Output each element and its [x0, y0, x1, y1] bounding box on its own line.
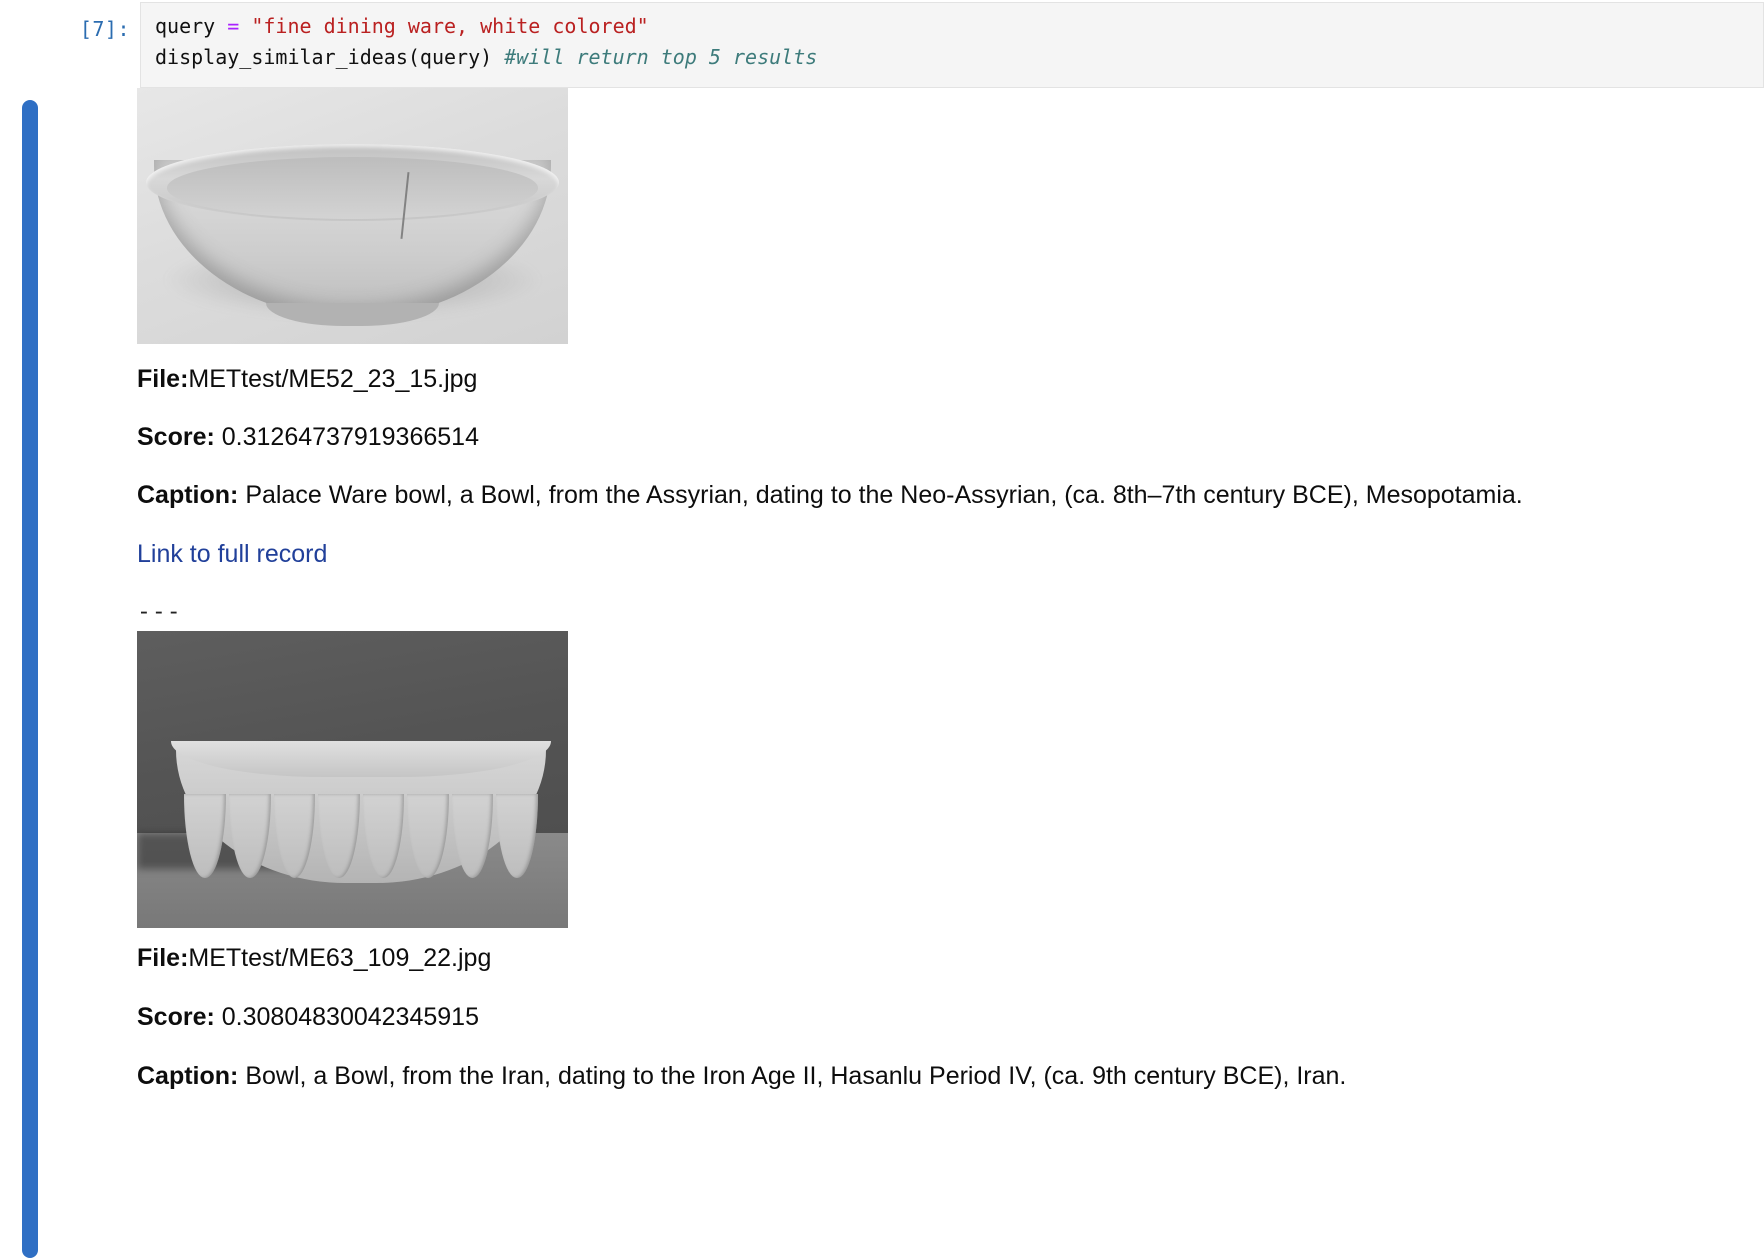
bowl-lobe — [496, 794, 538, 878]
caption-label: Caption: — [137, 1062, 239, 1090]
caption-value: Palace Ware bowl, a Bowl, from the Assyr… — [245, 481, 1523, 509]
score-label: Score: — [137, 423, 215, 451]
score-number: 0.30804830042345915 — [221, 1003, 479, 1031]
code-token-string: "fine dining ware, white colored" — [239, 14, 649, 38]
output-area: File:METtest/ME52_23_15.jpg Score: 0.312… — [40, 88, 1764, 1258]
result-thumbnail — [137, 88, 568, 344]
code-token-operator: = — [227, 14, 240, 38]
execution-count-prompt: [7]: — [79, 17, 130, 41]
bowl-lobe — [184, 794, 226, 878]
code-line-1: query = "fine dining ware, white colored… — [155, 11, 1763, 42]
caption-value: Bowl, a Bowl, from the Iran, dating to t… — [245, 1062, 1347, 1090]
file-value: METtest/ME52_23_15.jpg — [188, 365, 478, 393]
code-token-variable: query — [155, 14, 228, 38]
result-caption-line: Caption: Palace Ware bowl, a Bowl, from … — [137, 480, 1523, 510]
result-file-line: File:METtest/ME63_109_22.jpg — [137, 943, 491, 973]
code-line-2: display_similar_ideas(query) #will retur… — [155, 42, 1763, 73]
result-caption-line: Caption: Bowl, a Bowl, from the Iran, da… — [137, 1061, 1346, 1091]
output-cell-selection-bar[interactable] — [22, 100, 38, 1258]
bowl-lobe — [407, 794, 449, 878]
code-token-comment: #will return top 5 results — [504, 45, 818, 69]
jupyter-notebook: [7]: query = "fine dining ware, white co… — [0, 0, 1764, 1258]
code-token-function-call: display_similar_ideas(query) — [155, 45, 505, 69]
file-label: File: — [137, 365, 189, 393]
bowl-lobe — [362, 794, 405, 878]
bowl-interior — [167, 157, 538, 219]
code-cell[interactable]: [7]: query = "fine dining ware, white co… — [0, 0, 1764, 92]
bowl-fluting — [184, 794, 538, 878]
full-record-link[interactable]: Link to full record — [137, 539, 327, 569]
result-thumbnail — [137, 631, 568, 928]
output-cell: File:METtest/ME52_23_15.jpg Score: 0.312… — [40, 88, 1764, 1258]
code-editor[interactable]: query = "fine dining ware, white colored… — [140, 2, 1764, 88]
result-separator: --- — [137, 599, 182, 625]
result-file-line: File:METtest/ME52_23_15.jpg — [137, 364, 477, 394]
file-label: File: — [137, 944, 189, 972]
result-score-line: Score: 0.31264737919366514 — [137, 422, 479, 452]
bowl-lobe — [273, 794, 316, 878]
result-score-line: Score: 0.30804830042345915 — [137, 1002, 479, 1032]
caption-label: Caption: — [137, 481, 239, 509]
score-number: 0.31264737919366514 — [221, 423, 479, 451]
bowl-lobe — [318, 794, 360, 878]
bowl-lobe — [228, 794, 271, 878]
score-value — [215, 423, 222, 451]
bowl-lobe — [451, 794, 494, 878]
score-label: Score: — [137, 1003, 215, 1031]
file-value: METtest/ME63_109_22.jpg — [188, 944, 492, 972]
